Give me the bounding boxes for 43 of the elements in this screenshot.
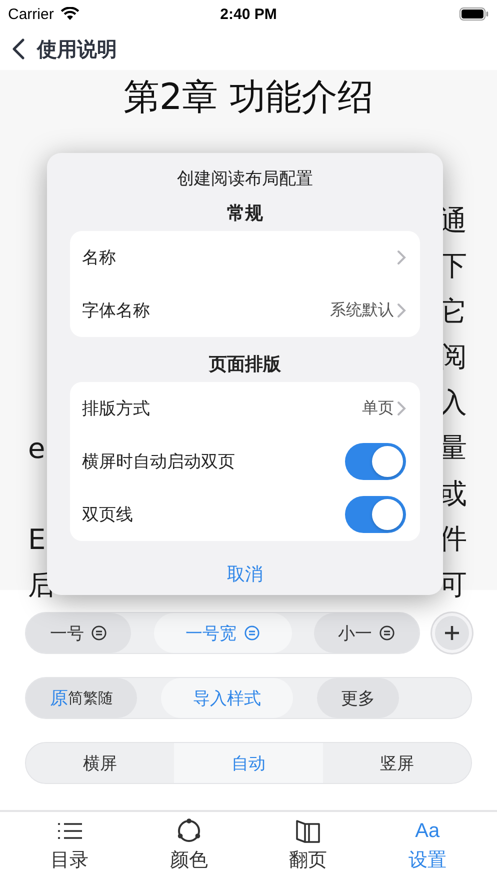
carrier-label: Carrier: [8, 6, 54, 22]
toggle-switch[interactable]: [345, 443, 406, 480]
chevron-icon: [397, 303, 406, 318]
body-text: E: [28, 522, 47, 556]
setting-value[interactable]: 系统默认: [330, 300, 394, 321]
body-text: 通: [438, 202, 467, 239]
body-text: e: [28, 432, 46, 465]
section-header: 页面排版: [209, 353, 281, 377]
setting-label: 横屏时自动启动双页: [82, 451, 235, 473]
body-text: 量: [438, 430, 467, 466]
section-header: 常规: [227, 202, 263, 226]
battery-icon: [458, 7, 489, 21]
setting-value[interactable]: 单页: [362, 398, 394, 419]
tab-item[interactable]: 颜色: [148, 818, 229, 883]
equals-circle-icon: [244, 625, 260, 641]
equals-circle-icon: [91, 625, 107, 641]
wifi-icon: [60, 7, 80, 21]
tab-icon-text: Aa: [415, 819, 440, 844]
tab-item[interactable]: Aa 设置: [387, 818, 468, 883]
tab-item[interactable]: 翻页: [268, 818, 348, 883]
equals-circle-icon: [379, 625, 395, 641]
chevron-icon: [397, 250, 406, 265]
toggle-switch[interactable]: [345, 496, 406, 533]
setting-label: 排版方式: [82, 398, 150, 420]
clock-time: 2:40 PM: [220, 6, 277, 22]
chevron-icon: [397, 401, 406, 416]
tab-item[interactable]: 目录: [30, 818, 110, 883]
back-icon: [12, 38, 25, 60]
font-style-option[interactable]: 一号: [26, 613, 131, 653]
body-text: 可: [438, 566, 467, 603]
back-button[interactable]: 使用说明: [12, 36, 117, 62]
book-icon: [295, 818, 322, 844]
add-button[interactable]: [432, 613, 472, 653]
setting-label: 双页线: [82, 504, 133, 526]
setting-label: 名称: [82, 247, 116, 269]
plus-icon: [444, 625, 460, 641]
text-option-button[interactable]: 原简繁随: [26, 678, 137, 718]
chapter-title: 第2章 功能介绍: [122, 76, 375, 120]
setting-label: 字体名称: [82, 300, 150, 322]
font-style-option[interactable]: 小一: [314, 613, 419, 653]
text-option-button[interactable]: 更多: [317, 678, 399, 718]
dialog-title: 创建阅读布局配置: [176, 168, 314, 191]
circle-dots-icon: [176, 818, 202, 844]
